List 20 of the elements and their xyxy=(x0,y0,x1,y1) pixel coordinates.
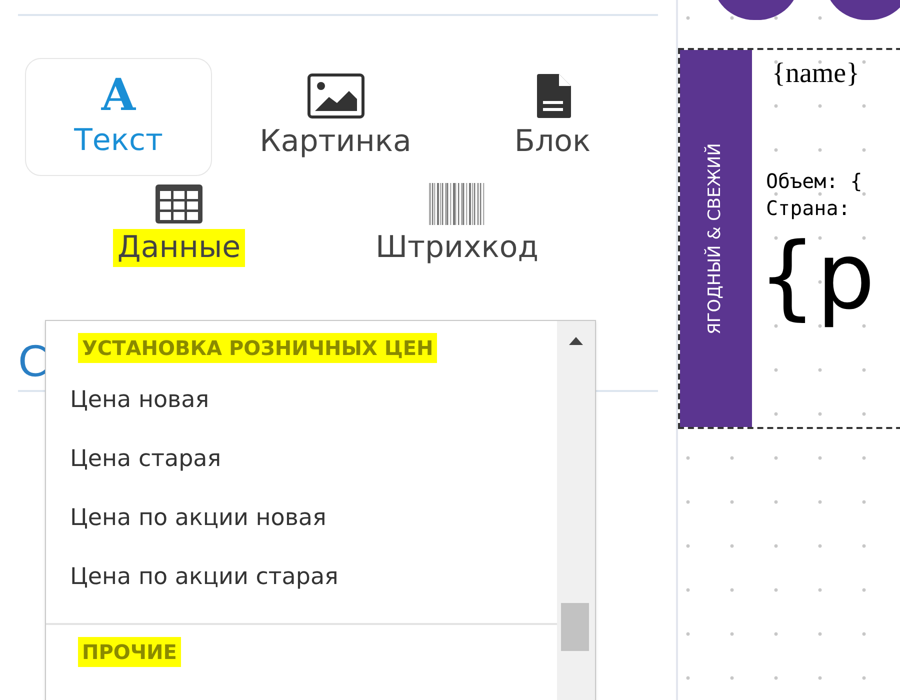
menu-item[interactable]: Цена новая xyxy=(46,371,557,430)
menu-item[interactable]: Цена по акции старая xyxy=(46,548,557,607)
scrollbar[interactable] xyxy=(557,321,595,700)
group-heading: ПРОЧИЕ xyxy=(78,637,181,667)
letter-icon: A xyxy=(101,74,136,118)
tool-button[interactable]: A Текст xyxy=(25,58,212,176)
section-heading: С xyxy=(18,336,48,388)
group-heading: УСТАНОВКА РОЗНИЧНЫХ ЦЕН xyxy=(78,333,438,363)
table-icon xyxy=(154,183,204,225)
scroll-up-icon[interactable] xyxy=(569,337,583,345)
menu-item[interactable]: Цена по акции новая xyxy=(46,489,557,548)
name-template-text: {name} xyxy=(771,57,860,91)
barcode-icon xyxy=(429,183,485,225)
label-line: Страна: xyxy=(766,195,852,222)
price-template-text: {p xyxy=(758,222,875,332)
label-line: Объем: { xyxy=(766,168,862,195)
menu-item[interactable]: Цена старая xyxy=(46,430,557,489)
scrollbar-thumb[interactable] xyxy=(561,603,589,651)
image-icon xyxy=(306,73,364,119)
side-text: ЯГОДНЫЙ & СВЕЖИЙ xyxy=(704,142,726,334)
